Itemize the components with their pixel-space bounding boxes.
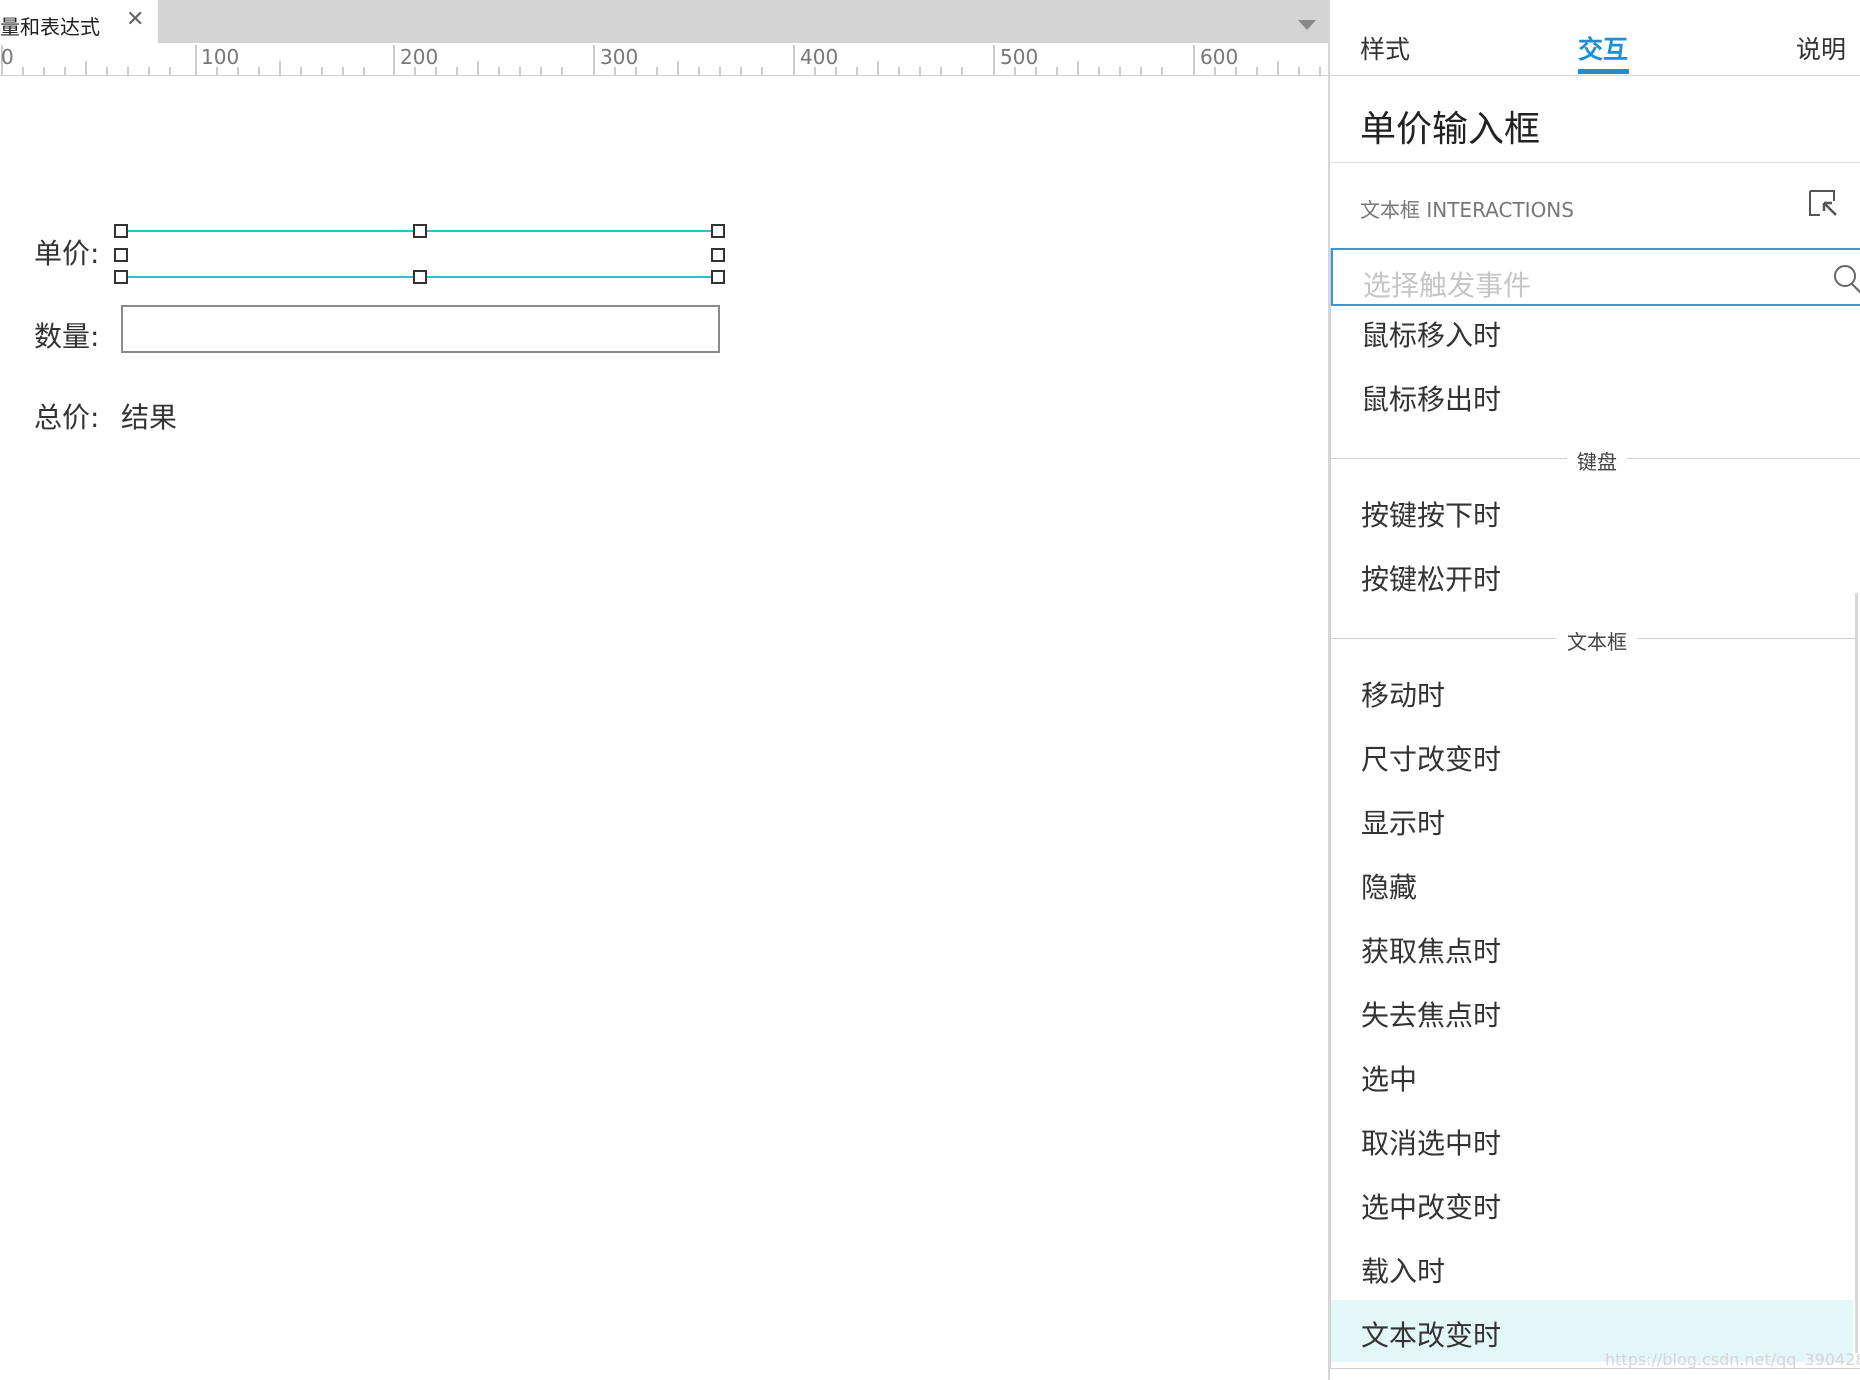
ruler-label: 200 xyxy=(400,45,439,69)
ruler-label: 300 xyxy=(600,45,639,69)
document-tab-bar xyxy=(0,0,1328,43)
total-value: 结果 xyxy=(121,401,178,434)
ruler-label: 400 xyxy=(800,45,839,69)
quantity-label: 数量: xyxy=(34,320,100,353)
document-tab[interactable]: 量和表达式 ✕ xyxy=(0,0,158,43)
document-tab-title: 量和表达式 xyxy=(0,15,100,39)
tab-notes[interactable]: 说明 xyxy=(1796,30,1846,66)
widget-name[interactable]: 单价输入框 xyxy=(1360,100,1540,152)
unit-price-label: 单价: xyxy=(34,237,100,270)
event-unselected[interactable]: 取消选中时 xyxy=(1361,1122,1501,1162)
event-selected[interactable]: 选中 xyxy=(1361,1058,1417,1098)
resize-handle[interactable] xyxy=(711,248,725,262)
ruler-label: 500 xyxy=(1000,45,1039,69)
ruler-label: 100 xyxy=(201,45,240,69)
watermark: https://blog.csdn.net/qq_39042838 xyxy=(1605,1350,1860,1369)
event-key-up[interactable]: 按键松开时 xyxy=(1361,558,1501,598)
event-focus[interactable]: 获取焦点时 xyxy=(1361,930,1501,970)
event-hide[interactable]: 隐藏 xyxy=(1361,866,1417,906)
resize-handle[interactable] xyxy=(413,270,427,284)
resize-handle[interactable] xyxy=(413,224,427,238)
event-blur[interactable]: 失去焦点时 xyxy=(1361,994,1501,1034)
tab-interaction[interactable]: 交互 xyxy=(1578,30,1628,66)
group-textbox: 文本框 xyxy=(1331,626,1860,654)
add-interaction-icon[interactable] xyxy=(1808,189,1838,217)
event-mouse-leave[interactable]: 鼠标移出时 xyxy=(1361,378,1501,418)
active-tab-indicator xyxy=(1578,69,1629,74)
group-textbox-label: 文本框 xyxy=(1567,630,1627,654)
ruler-ticks xyxy=(1,45,1321,75)
divider xyxy=(1330,162,1860,163)
trigger-event-dropdown: 选择触发事件 鼠标移入时 鼠标移出时 键盘 按键按下时 按键松开时 文本框 移动… xyxy=(1330,248,1860,1369)
ruler-label: 0 xyxy=(1,45,14,69)
event-resize[interactable]: 尺寸改变时 xyxy=(1361,738,1501,778)
resize-handle[interactable] xyxy=(711,270,725,284)
resize-handle[interactable] xyxy=(114,224,128,238)
event-search-field[interactable]: 选择触发事件 xyxy=(1331,248,1860,306)
chevron-down-icon[interactable] xyxy=(1298,20,1316,30)
unit-price-input[interactable] xyxy=(114,224,725,284)
horizontal-ruler: 0 100 200 300 400 500 600 xyxy=(0,43,1328,76)
resize-handle[interactable] xyxy=(114,270,128,284)
close-icon[interactable]: ✕ xyxy=(126,9,144,31)
search-icon[interactable] xyxy=(1833,263,1860,295)
group-keyboard-label: 键盘 xyxy=(1577,450,1617,474)
event-key-down[interactable]: 按键按下时 xyxy=(1361,494,1501,534)
resize-handle[interactable] xyxy=(114,248,128,262)
event-mouse-enter[interactable]: 鼠标移入时 xyxy=(1361,314,1501,354)
event-load[interactable]: 载入时 xyxy=(1361,1250,1445,1290)
quantity-input[interactable] xyxy=(121,305,720,353)
total-label: 总价: xyxy=(34,401,100,434)
event-text-change[interactable]: 文本改变时 xyxy=(1361,1314,1501,1354)
event-move[interactable]: 移动时 xyxy=(1361,674,1445,714)
tab-style[interactable]: 样式 xyxy=(1360,30,1410,66)
dropdown-scrollbar[interactable] xyxy=(1855,593,1858,1353)
interactions-section-title: 文本框 INTERACTIONS xyxy=(1360,198,1574,222)
search-placeholder: 选择触发事件 xyxy=(1363,269,1532,302)
group-keyboard: 键盘 xyxy=(1331,446,1860,474)
event-show[interactable]: 显示时 xyxy=(1361,802,1445,842)
ruler-label: 600 xyxy=(1200,45,1239,69)
divider xyxy=(1330,75,1860,76)
resize-handle[interactable] xyxy=(711,224,725,238)
event-selection-change[interactable]: 选中改变时 xyxy=(1361,1186,1501,1226)
